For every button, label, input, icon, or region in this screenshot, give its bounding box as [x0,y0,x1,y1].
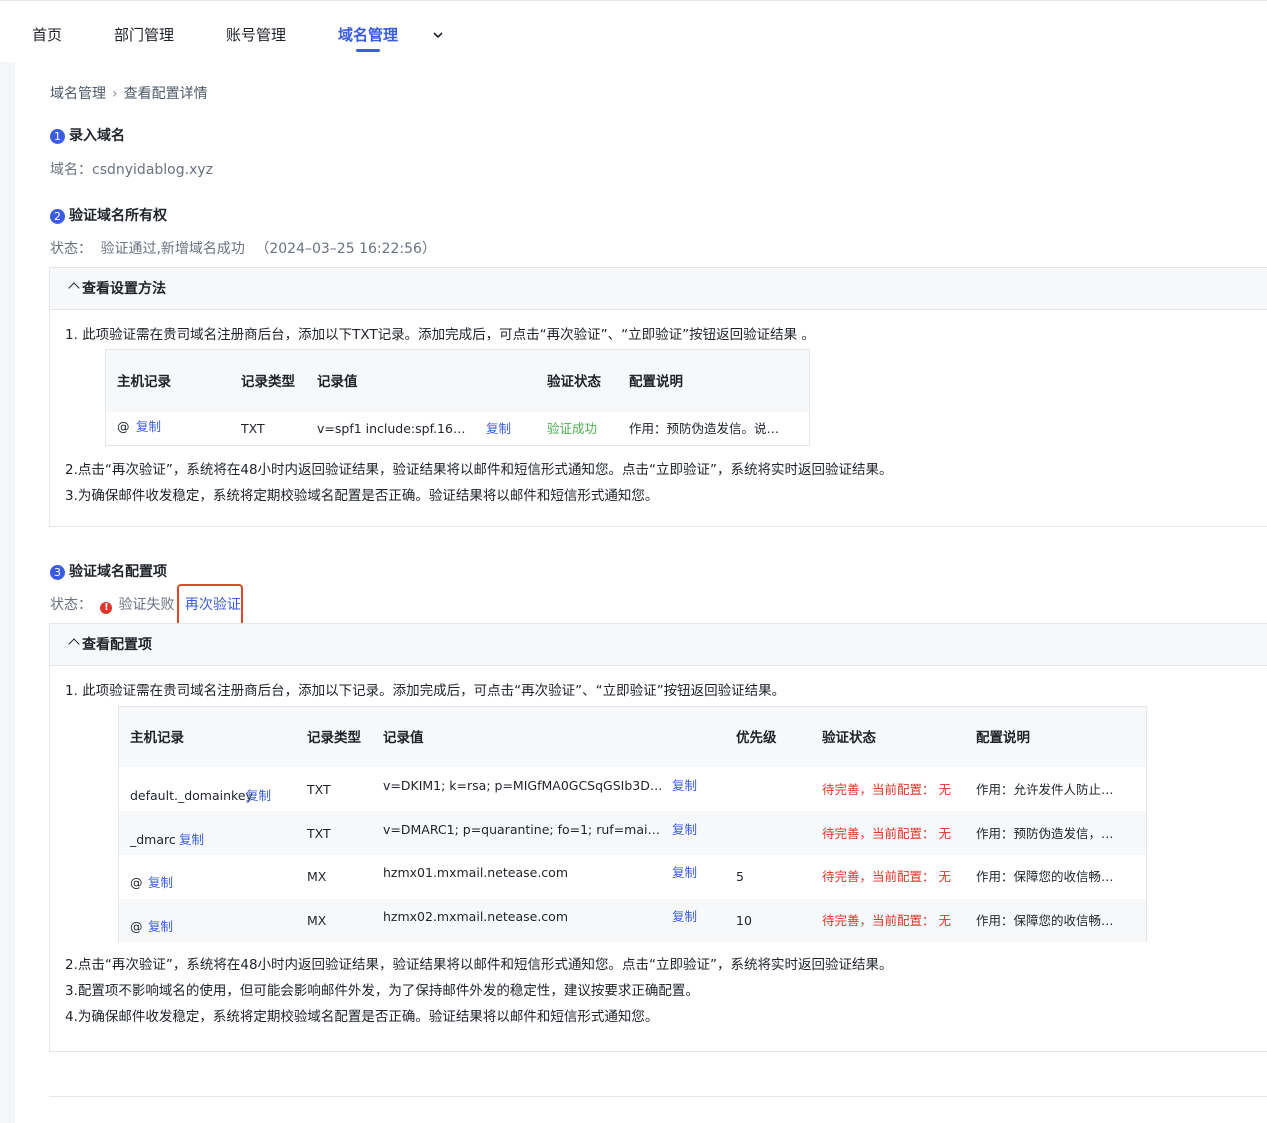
divider [49,1096,1267,1097]
step3-row2-value-copy[interactable]: 复制 [672,822,697,838]
step3-row4-desc: 作用：保障您的收信畅通无阻 [976,913,1121,928]
step2-th-value: 记录值 [317,374,358,390]
step3-row4-type: MX [307,913,327,928]
step2-status: 状态： 验证通过,新增域名成功 （2024–03–25 16:22:56） [50,240,436,258]
step1-number: 1 [50,128,65,144]
domain-label: 域名： [50,162,92,178]
step1-title-text: 录入域名 [69,128,125,144]
chevron-down-icon[interactable] [430,27,446,43]
step3-row4-value: hzmx02.mxmail.netease.com [383,909,569,924]
step3-box-header[interactable]: 查看配置项 [50,624,1267,666]
step2-title-text: 验证域名所有权 [69,208,167,224]
nav-home[interactable]: 首页 [32,25,62,45]
domain-value: csdnyidablog.xyz [92,162,213,178]
breadcrumb-separator: › [112,86,118,102]
step3-row3-desc: 作用：保障您的收信畅通无阻 [976,869,1121,884]
step2-box-title: 查看设置方法 [82,281,166,297]
step3-note3: 3.配置项不影响域名的使用，但可能会影响邮件外发，为了保持邮件外发的稳定性，建议… [65,983,699,999]
top-nav: 首页 部门管理 账号管理 域名管理 [0,0,1267,62]
step3-row1-type: TXT [307,782,331,797]
step2-row-value: v=spf1 include:spf.163.com -all [317,421,472,436]
step2-status-label: 状态： [50,241,92,257]
step3-row2-value: v=DMARC1; p=quarantine; fo=1; ruf=mailto… [383,822,663,837]
step3-row4-priority: 10 [736,913,752,928]
step3-box-title: 查看配置项 [82,637,152,653]
nav-active-indicator [356,49,380,52]
step3-row2-host-copy[interactable]: 复制 [179,832,204,848]
step3-th-priority: 优先级 [736,730,777,746]
step3-number: 3 [50,564,65,580]
step2-row-status: 验证成功 [547,421,598,436]
step3-row1-host: default._domainkey [130,788,253,803]
step3-row3-status: 待完善，当前配置： 无 [822,869,951,884]
step3-row3-type: MX [307,869,327,884]
step1-domain: 域名：csdnyidablog.xyz [50,161,213,179]
step2-title: 2 验证域名所有权 [50,207,167,225]
step2-th-host: 主机记录 [117,374,171,390]
nav-domain[interactable]: 域名管理 [338,25,398,45]
step3-row1-status: 待完善，当前配置： 无 [822,782,951,797]
step2-row-desc: 作用：预防伪造发信。说明：请在域名解析中添加此项 [629,421,789,436]
step2-note2: 2.点击“再次验证”，系统将在48小时内返回验证结果，验证结果将以邮件和短信形式… [65,462,893,478]
step3-note2: 2.点击“再次验证”，系统将在48小时内返回验证结果，验证结果将以邮件和短信形式… [65,957,893,973]
step3-th-status: 验证状态 [822,730,876,746]
breadcrumb-parent[interactable]: 域名管理 [50,86,106,102]
step2-number: 2 [50,208,65,224]
step3-row3-value: hzmx01.mxmail.netease.com [383,865,569,880]
step2-th-status: 验证状态 [547,374,601,390]
step2-box-header[interactable]: 查看设置方法 [50,268,1267,310]
breadcrumb-current: 查看配置详情 [123,86,208,102]
nav-department[interactable]: 部门管理 [114,25,174,45]
step2-table-header [106,350,809,412]
step2-status-time: （2024–03–25 16:22:56） [255,241,436,257]
step2-th-desc: 配置说明 [629,374,683,390]
step3-row1-value: v=DKIM1; k=rsa; p=MIGfMA0GCSqGSIb3DQEBAQ… [383,778,663,793]
chevron-up-icon [68,638,80,650]
step3-table: 主机记录 记录类型 记录值 优先级 验证状态 配置说明 default._dom… [118,706,1147,942]
step3-status-label: 状态： [50,597,92,613]
step2-row-type: TXT [241,421,265,436]
step1-title: 1 录入域名 [50,127,125,145]
step3-row3-host: @ [130,875,143,890]
step3-row4-status: 待完善，当前配置： 无 [822,913,951,928]
step3-row2-status: 待完善，当前配置： 无 [822,826,951,841]
step3-status-value: 验证失败 [118,597,175,613]
step3-th-host: 主机记录 [130,730,184,746]
step3-th-value: 记录值 [383,730,424,746]
step3-row3-host-copy[interactable]: 复制 [148,875,173,891]
step3-th-type: 记录类型 [307,730,361,746]
step2-intro: 1. 此项验证需在贵司域名注册商后台，添加以下TXT记录。添加完成后，可点击“再… [65,327,815,343]
alert-icon: ! [100,602,113,614]
step3-row4-value-copy[interactable]: 复制 [672,909,697,925]
chevron-up-icon [68,282,80,294]
step2-row-value-copy[interactable]: 复制 [486,421,511,437]
step3-row1-desc: 作用：允许发件人防止电子邮件伪造 [976,782,1121,797]
step3-title: 3 验证域名配置项 [50,563,167,581]
step3-row1-value-copy[interactable]: 复制 [672,778,697,794]
step3-row3-value-copy[interactable]: 复制 [672,865,697,881]
step3-note4: 4.为确保邮件收发稳定，系统将定期校验域名配置是否正确。验证结果将以邮件和短信形… [65,1009,659,1025]
step2-table: 主机记录 记录类型 记录值 验证状态 配置说明 @ 复制 TXT v=spf1 … [105,349,810,446]
nav-account[interactable]: 账号管理 [226,25,286,45]
step2-th-type: 记录类型 [241,374,295,390]
breadcrumb: 域名管理 › 查看配置详情 [50,85,208,103]
step3-intro: 1. 此项验证需在贵司域名注册商后台，添加以下记录。添加完成后，可点击“再次验证… [65,683,786,699]
step3-th-desc: 配置说明 [976,730,1030,746]
step3-row3-priority: 5 [736,869,744,884]
step3-title-text: 验证域名配置项 [69,564,167,580]
step3-row1-host-copy[interactable]: 复制 [246,788,271,804]
step3-row4-host-copy[interactable]: 复制 [148,919,173,935]
step3-row2-type: TXT [307,826,331,841]
step2-row-host-copy[interactable]: 复制 [136,419,161,435]
step3-row2-desc: 作用：预防伪造发信，有效保护品牌 [976,826,1121,841]
step2-row-host: @ [117,419,130,434]
step3-row2-host: _dmarc [130,832,176,847]
step3-row4-host: @ [130,919,143,934]
step2-note3: 3.为确保邮件收发稳定，系统将定期校验域名配置是否正确。验证结果将以邮件和短信形… [65,488,659,504]
step2-status-value: 验证通过,新增域名成功 [100,241,245,257]
